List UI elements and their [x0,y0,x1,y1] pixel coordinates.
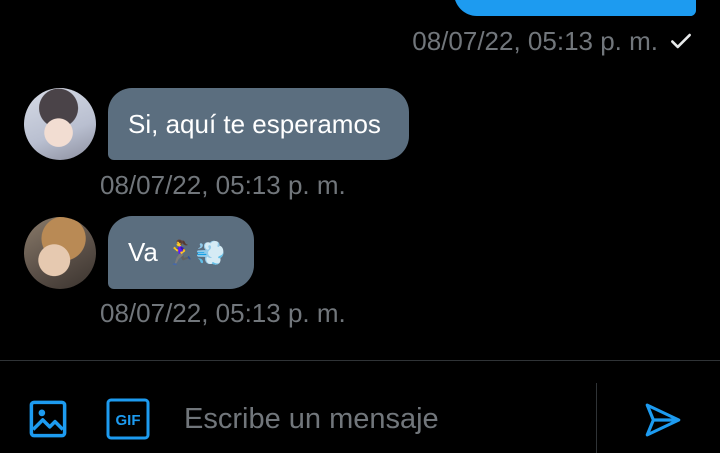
send-icon [645,403,681,437]
composer-separator [596,383,597,453]
received-message-row: Va 🏃‍♀️💨 [24,216,254,289]
sent-message-bubble[interactable] [454,0,696,16]
message-text: Va [128,237,158,267]
message-emoji: 🏃‍♀️💨 [165,239,226,267]
sent-message-meta: 08/07/22, 05:13 p. m. [412,26,694,56]
gif-label: GIF [116,412,141,429]
message-text: Si, aquí te esperamos [128,109,381,139]
sent-message-timestamp: 08/07/22, 05:13 p. m. [412,26,658,56]
received-message-row: Si, aquí te esperamos [24,88,409,160]
avatar[interactable] [24,88,96,160]
send-button[interactable] [640,397,686,443]
received-message-bubble[interactable]: Va 🏃‍♀️💨 [108,216,254,289]
add-gif-button[interactable]: GIF [106,397,150,441]
add-image-button[interactable] [26,397,70,441]
message-timestamp: 08/07/22, 05:13 p. m. [100,298,346,328]
message-composer: GIF [0,361,720,453]
message-input[interactable] [184,397,574,441]
received-message-bubble[interactable]: Si, aquí te esperamos [108,88,409,160]
avatar[interactable] [24,216,96,289]
message-timestamp: 08/07/22, 05:13 p. m. [100,170,346,200]
gif-icon: GIF [106,398,150,440]
image-icon [29,400,67,438]
check-icon [671,33,691,49]
